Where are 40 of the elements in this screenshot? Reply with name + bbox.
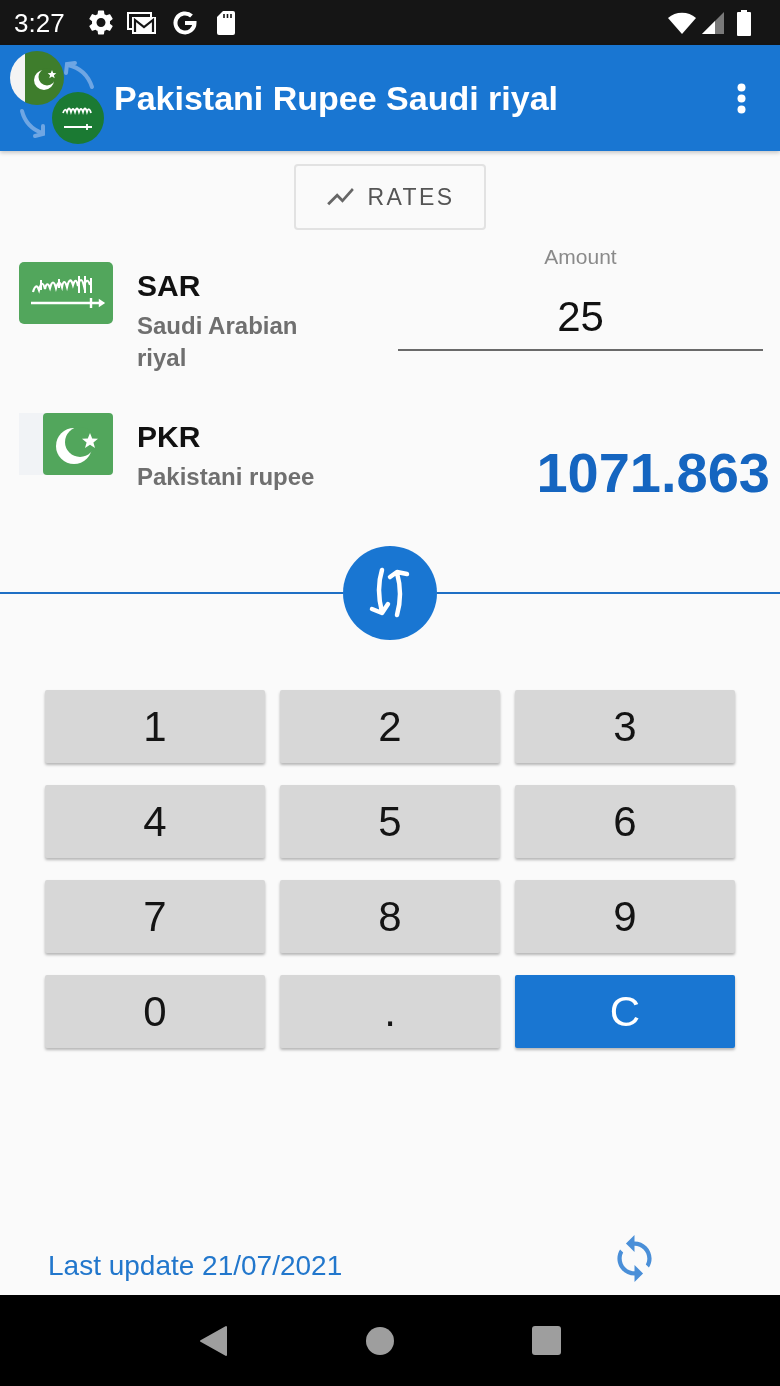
keypad-key[interactable]: 2 bbox=[280, 690, 500, 763]
flag-icon bbox=[19, 413, 113, 475]
refresh-icon[interactable] bbox=[617, 1235, 652, 1282]
g-logo-icon bbox=[171, 10, 197, 35]
keypad-key[interactable]: 9 bbox=[515, 880, 735, 953]
recents-icon[interactable] bbox=[532, 1326, 562, 1355]
battery-icon bbox=[737, 9, 751, 36]
keypad-key[interactable]: 0 bbox=[45, 975, 265, 1048]
wifi-icon bbox=[668, 11, 696, 34]
keypad-key[interactable]: 1 bbox=[45, 690, 265, 763]
app-title: Pakistani Rupee Saudi riyal bbox=[114, 78, 559, 118]
rates-button[interactable]: RATES bbox=[294, 164, 486, 230]
currency-name: Saudi Arabian riyal bbox=[137, 311, 299, 373]
two-flags-logo-icon bbox=[10, 51, 105, 145]
currency-name: Pakistani rupee bbox=[137, 462, 316, 492]
currency-code: PKR bbox=[137, 419, 202, 455]
converted-amount: 1071.863 bbox=[536, 441, 770, 505]
settings-icon bbox=[88, 10, 113, 35]
keypad-key[interactable]: 7 bbox=[45, 880, 265, 953]
keypad-key[interactable]: 8 bbox=[280, 880, 500, 953]
swap-arrows-icon bbox=[369, 567, 411, 619]
home-icon[interactable] bbox=[366, 1326, 394, 1355]
keypad-key[interactable]: 6 bbox=[515, 785, 735, 858]
back-icon[interactable] bbox=[199, 1324, 228, 1357]
amount-field[interactable]: 25 bbox=[398, 293, 763, 351]
last-update-text: Last update 21/07/2021 bbox=[48, 1249, 343, 1283]
keypad-key[interactable]: 5 bbox=[280, 785, 500, 858]
keypad-key[interactable]: . bbox=[280, 975, 500, 1048]
currency-code: SAR bbox=[137, 268, 202, 304]
keypad-key[interactable]: 3 bbox=[515, 690, 735, 763]
line-chart-icon bbox=[325, 188, 355, 206]
clear-key[interactable]: C bbox=[515, 975, 735, 1048]
flag-icon bbox=[19, 262, 113, 324]
amount-label: Amount bbox=[544, 245, 617, 269]
keypad-key[interactable]: 4 bbox=[45, 785, 265, 858]
sd-card-icon bbox=[216, 10, 235, 35]
mail-icon bbox=[126, 11, 156, 34]
signal-icon bbox=[702, 11, 724, 34]
status-time: 3:27 bbox=[14, 7, 65, 38]
menu-icon[interactable] bbox=[737, 82, 746, 114]
